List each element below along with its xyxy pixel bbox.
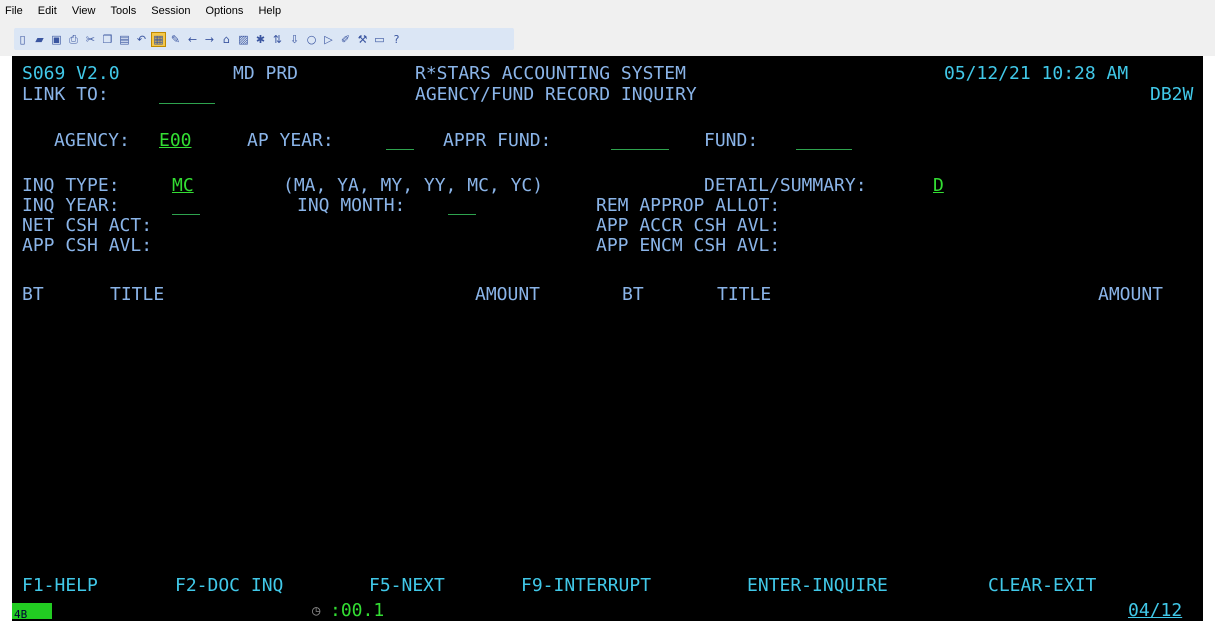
link-to-label: LINK TO:: [22, 84, 109, 105]
menu-file[interactable]: File: [0, 0, 30, 17]
edit-icon[interactable]: ✐: [339, 33, 352, 46]
system-title: R*STARS ACCOUNTING SYSTEM: [415, 63, 686, 84]
menu-session[interactable]: Session: [146, 0, 197, 17]
inq-year-field[interactable]: [172, 196, 200, 215]
status-bar: 4B ◷ :00.1 04/12: [12, 601, 1203, 621]
link-to-field[interactable]: [159, 85, 215, 104]
fund-field[interactable]: [796, 131, 852, 150]
inq-year-label: INQ YEAR:: [22, 195, 120, 216]
date-time: 05/12/21 10:28 AM: [944, 63, 1129, 84]
menu-help[interactable]: Help: [253, 0, 288, 17]
detail-summary-label: DETAIL/SUMMARY:: [704, 175, 867, 196]
menu-bar: File Edit View Tools Session Options Hel…: [0, 0, 1215, 22]
f5-next-key[interactable]: F5-NEXT: [369, 576, 445, 596]
agency-label: AGENCY:: [54, 130, 130, 151]
menu-tools[interactable]: Tools: [106, 0, 144, 17]
column-title-left: TITLE: [110, 284, 165, 305]
ap-year-label: AP YEAR:: [247, 130, 334, 151]
net-csh-act-label: NET CSH ACT:: [22, 215, 153, 236]
inq-type-options: (MA, YA, MY, YY, MC, YC): [283, 175, 544, 196]
screen-id: S069 V2.0: [22, 63, 120, 84]
window-icon[interactable]: ▭: [373, 33, 386, 46]
agency-field[interactable]: E00: [159, 131, 192, 151]
clear-exit-key[interactable]: CLEAR-EXIT: [988, 576, 1096, 596]
rem-approp-allot-label: REM APPROP ALLOT:: [596, 195, 781, 216]
enter-inquire-key[interactable]: ENTER-INQUIRE: [747, 576, 888, 596]
marker-icon[interactable]: ✎: [169, 33, 182, 46]
open-folder-icon[interactable]: ▰: [33, 33, 46, 46]
forward-arrow-icon[interactable]: →: [203, 33, 216, 46]
save-icon[interactable]: ▣: [50, 33, 63, 46]
f9-interrupt-key[interactable]: F9-INTERRUPT: [521, 576, 651, 596]
home-icon[interactable]: ⌂: [220, 33, 233, 46]
macro-icon[interactable]: ▨: [237, 33, 250, 46]
app-encm-csh-avl-label: APP ENCM CSH AVL:: [596, 235, 781, 256]
help-icon[interactable]: ?: [390, 33, 403, 46]
paste-icon[interactable]: ▤: [118, 33, 131, 46]
fund-label: FUND:: [704, 130, 759, 151]
toolbar: ▯ ▰ ▣ ⎙ ✂ ❐ ▤ ↶ ▦ ✎ ← → ⌂ ▨ ✱ ⇅ ⇩ ○ ▷ ✐ …: [0, 22, 1215, 56]
receive-icon[interactable]: ⇩: [288, 33, 301, 46]
inq-type-field[interactable]: MC: [172, 176, 194, 196]
ap-year-field[interactable]: [386, 131, 414, 150]
menu-options[interactable]: Options: [201, 0, 251, 17]
undo-icon[interactable]: ↶: [135, 33, 148, 46]
cut-icon[interactable]: ✂: [84, 33, 97, 46]
tool-icon[interactable]: ⚒: [356, 33, 369, 46]
column-title-right: TITLE: [717, 284, 772, 305]
new-doc-icon[interactable]: ▯: [16, 33, 29, 46]
cursor-position: 04/12: [1128, 600, 1183, 621]
appr-fund-field[interactable]: [611, 131, 669, 150]
screen-title: AGENCY/FUND RECORD INQUIRY: [415, 84, 697, 105]
copy-icon[interactable]: ❐: [101, 33, 114, 46]
f1-help-key[interactable]: F1-HELP: [22, 576, 98, 596]
inq-type-label: INQ TYPE:: [22, 175, 120, 196]
app-accr-csh-avl-label: APP ACCR CSH AVL:: [596, 215, 781, 236]
settings-icon[interactable]: ✱: [254, 33, 267, 46]
column-amount-right: AMOUNT: [1098, 284, 1164, 305]
detail-summary-field[interactable]: D: [933, 176, 944, 196]
record-icon[interactable]: ○: [305, 33, 318, 46]
column-amount-left: AMOUNT: [475, 284, 541, 305]
menu-edit[interactable]: Edit: [33, 0, 64, 17]
clock-icon: ◷: [312, 603, 321, 619]
environment: MD PRD: [233, 63, 299, 84]
transfer-icon[interactable]: ⇅: [271, 33, 284, 46]
menu-view[interactable]: View: [67, 0, 103, 17]
back-arrow-icon[interactable]: ←: [186, 33, 199, 46]
terminal-screen[interactable]: S069 V2.0 MD PRD R*STARS ACCOUNTING SYST…: [12, 56, 1203, 621]
f2-doc-inq-key[interactable]: F2-DOC INQ: [175, 576, 283, 596]
column-bt-right: BT: [622, 284, 644, 305]
print-icon[interactable]: ⎙: [67, 33, 80, 46]
inq-month-label: INQ MONTH:: [297, 195, 406, 216]
play-icon[interactable]: ▷: [322, 33, 335, 46]
app-csh-avl-label: APP CSH AVL:: [22, 235, 153, 256]
response-timer: :00.1: [330, 600, 385, 621]
session-indicator: 4B: [12, 603, 52, 621]
toolbar-strip: ▯ ▰ ▣ ⎙ ✂ ❐ ▤ ↶ ▦ ✎ ← → ⌂ ▨ ✱ ⇅ ⇩ ○ ▷ ✐ …: [14, 28, 514, 50]
region-code: DB2W: [1150, 84, 1194, 105]
screen-icon[interactable]: ▦: [151, 31, 166, 47]
inq-month-field[interactable]: [448, 196, 476, 215]
column-bt-left: BT: [22, 284, 44, 305]
appr-fund-label: APPR FUND:: [443, 130, 552, 151]
